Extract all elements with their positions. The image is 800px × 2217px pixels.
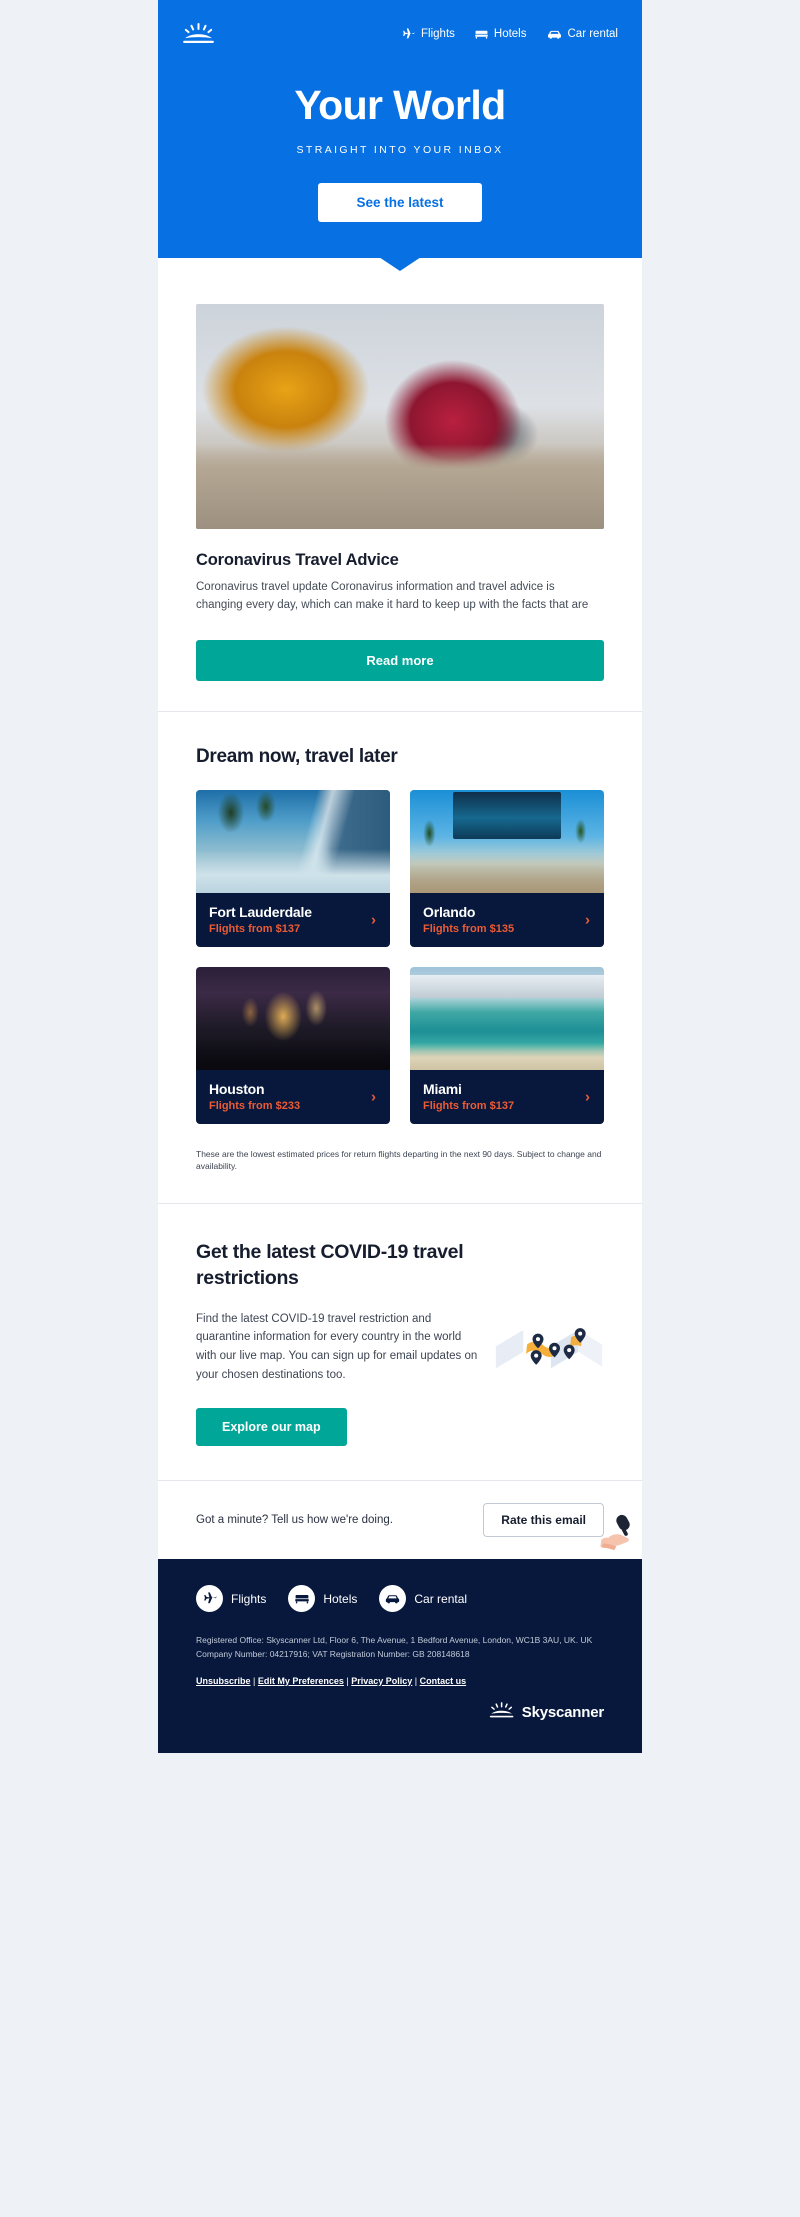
footer-link-privacy-policy[interactable]: Privacy Policy (351, 1676, 412, 1686)
hero-notch-decoration (379, 257, 421, 272)
nav-link-car-rental[interactable]: Car rental (547, 28, 619, 41)
footer-link-hotels[interactable]: Hotels (288, 1585, 358, 1613)
covid-body-text: Find the latest COVID-19 travel restrict… (196, 1312, 478, 1381)
destination-card-orlando[interactable]: Orlando Flights from $135 › (410, 789, 604, 947)
skyscanner-sunrise-logo-icon (489, 1701, 515, 1723)
destination-card-miami[interactable]: Miami Flights from $137 › (410, 966, 604, 1124)
nav-link-label: Hotels (493, 28, 527, 40)
footer-link-edit-preferences[interactable]: Edit My Preferences (258, 1676, 344, 1686)
covid-content: Get the latest COVID-19 travel restricti… (196, 1240, 480, 1447)
bed-icon (475, 28, 488, 41)
destination-name: Fort Lauderdale (209, 903, 312, 920)
footer-legal-text: Registered Office: Skyscanner Ltd, Floor… (196, 1634, 604, 1662)
covid-section: Get the latest COVID-19 travel restricti… (158, 1204, 642, 1480)
car-icon (547, 28, 562, 41)
destination-card-fort-lauderdale[interactable]: Fort Lauderdale Flights from $137 › (196, 789, 390, 947)
destination-label: Orlando Flights from $135 › (410, 892, 604, 947)
plane-icon (402, 27, 415, 41)
hero-title: Your World (294, 82, 506, 128)
hero-nav-links: Flights Hotels Car rental (402, 27, 619, 41)
chevron-right-icon: › (371, 1088, 376, 1106)
destination-card-houston[interactable]: Houston Flights from $233 › (196, 966, 390, 1124)
article-hero-image (196, 304, 604, 530)
destination-price: Flights from $137 (209, 922, 301, 935)
hero-cta-wrapper: See the latest (182, 183, 618, 223)
footer-navigation: Flights Hotels Car rental (196, 1585, 604, 1613)
folded-map-with-pins-icon (494, 1315, 604, 1392)
chevron-right-icon: › (585, 911, 590, 929)
hero-section: Flights Hotels Car rental Your World STR… (158, 0, 642, 272)
footer-link-car-rental[interactable]: Car rental (379, 1585, 468, 1613)
destination-label: Miami Flights from $137 › (410, 1069, 604, 1124)
hero-navigation: Flights Hotels Car rental (182, 20, 618, 48)
destinations-section: Dream now, travel later Fort Lauderdale … (158, 712, 642, 1204)
footer-link-contact-us[interactable]: Contact us (420, 1676, 467, 1686)
article-section: Coronavirus Travel Advice Coronavirus tr… (158, 258, 642, 711)
bed-icon (288, 1585, 316, 1613)
nav-link-label: Flights (421, 28, 455, 40)
rate-email-section: Got a minute? Tell us how we're doing. R… (158, 1481, 642, 1559)
footer-legal-line-2: Company Number: 04217916; VAT Registrati… (196, 1648, 470, 1659)
footer-link-separator: | (412, 1675, 420, 1686)
destination-price: Flights from $135 (423, 922, 515, 935)
destination-photo (196, 789, 390, 893)
footer-link-flights[interactable]: Flights (196, 1585, 267, 1613)
destination-name: Miami (423, 1080, 462, 1097)
nav-link-hotels[interactable]: Hotels (475, 28, 527, 41)
brand-name: Skyscanner (521, 1703, 604, 1721)
destination-photo (410, 789, 604, 893)
brand-lockup: Skyscanner (489, 1701, 604, 1723)
destination-name: Houston (209, 1080, 265, 1097)
email-body: Flights Hotels Car rental Your World STR… (158, 0, 642, 1753)
destination-price: Flights from $233 (209, 1099, 301, 1112)
destination-label: Fort Lauderdale Flights from $137 › (196, 892, 390, 947)
destinations-title: Dream now, travel later (196, 745, 398, 767)
footer-links: Unsubscribe | Edit My Preferences | Priv… (196, 1676, 604, 1686)
footer-link-label: Hotels (323, 1591, 358, 1606)
nav-link-flights[interactable]: Flights (402, 27, 455, 41)
see-the-latest-button[interactable]: See the latest (318, 183, 482, 223)
destination-photo (196, 966, 390, 1070)
nav-link-label: Car rental (567, 28, 619, 40)
chevron-right-icon: › (371, 911, 376, 929)
destination-photo (410, 966, 604, 1070)
footer-link-separator: | (250, 1675, 258, 1686)
article-title: Coronavirus Travel Advice (196, 551, 399, 570)
footer-link-label: Car rental (414, 1591, 468, 1606)
footer-link-unsubscribe[interactable]: Unsubscribe (196, 1676, 251, 1686)
hero-subtitle: STRAIGHT INTO YOUR INBOX (296, 144, 504, 157)
rate-prompt-text: Got a minute? Tell us how we're doing. (196, 1514, 393, 1527)
skyscanner-sunrise-logo-icon (182, 23, 216, 45)
destinations-grid: Fort Lauderdale Flights from $137 › Orla… (196, 789, 604, 1124)
plane-icon (196, 1585, 223, 1613)
explore-our-map-button[interactable]: Explore our map (196, 1408, 347, 1447)
footer-section: Flights Hotels Car rental Registered Off… (158, 1559, 642, 1753)
read-more-button[interactable]: Read more (196, 639, 604, 681)
footer-link-label: Flights (231, 1591, 267, 1606)
covid-title: Get the latest COVID-19 travel restricti… (196, 1241, 464, 1289)
rate-this-email-button[interactable]: Rate this email (483, 1503, 604, 1538)
car-icon (379, 1585, 407, 1613)
article-body-text: Coronavirus travel update Coronavirus in… (196, 581, 589, 611)
footer-brand-row: Skyscanner (196, 1701, 604, 1723)
destination-name: Orlando (423, 903, 476, 920)
destination-label: Houston Flights from $233 › (196, 1069, 390, 1124)
footer-legal-line-1: Registered Office: Skyscanner Ltd, Floor… (196, 1635, 593, 1646)
chevron-right-icon: › (585, 1088, 590, 1106)
hand-holding-microphone-icon (592, 1511, 642, 1557)
destination-price: Flights from $137 (423, 1099, 515, 1112)
destinations-disclaimer: These are the lowest estimated prices fo… (196, 1148, 602, 1172)
